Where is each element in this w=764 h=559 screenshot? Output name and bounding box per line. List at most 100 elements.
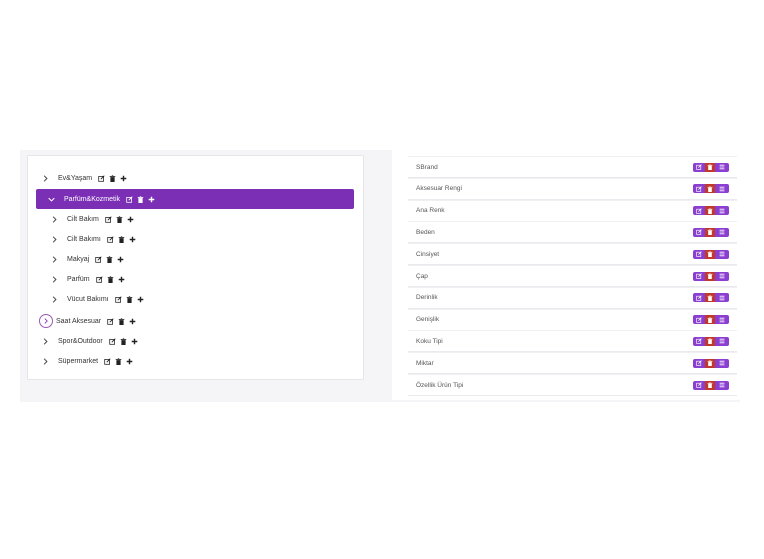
edit-icon[interactable] [126, 195, 133, 203]
delete-button[interactable] [705, 271, 715, 281]
tree-item-label: Ev&Yaşam [58, 174, 93, 182]
list-button[interactable] [715, 271, 729, 281]
plus-icon[interactable] [137, 296, 144, 303]
edit-button[interactable] [693, 315, 705, 325]
edit-button[interactable] [693, 184, 705, 194]
list-button[interactable] [715, 293, 729, 303]
delete-button[interactable] [705, 184, 715, 194]
tree-item-label: Makyaj [67, 255, 90, 263]
edit-icon[interactable] [107, 235, 114, 243]
expand-chevron-icon[interactable] [49, 254, 59, 264]
edit-icon[interactable] [95, 255, 102, 263]
plus-icon[interactable] [126, 358, 133, 365]
expand-chevron-icon[interactable] [49, 214, 59, 224]
edit-button[interactable] [693, 380, 705, 390]
expand-chevron-icon[interactable] [49, 294, 59, 304]
edit-icon[interactable] [105, 215, 112, 223]
tree-item[interactable]: Saat Aksesuar [28, 311, 136, 331]
plus-icon[interactable] [131, 338, 138, 345]
tree-item-actions [109, 337, 138, 345]
collapse-chevron-icon[interactable] [46, 194, 56, 204]
trash-icon[interactable] [118, 235, 125, 243]
edit-button[interactable] [693, 162, 705, 172]
delete-button[interactable] [705, 380, 715, 390]
tree-item[interactable]: Makyaj [28, 249, 124, 269]
tree-item[interactable]: Cilt Bakım [28, 209, 134, 229]
tree-item[interactable]: Spor&Outdoor [28, 331, 138, 351]
attribute-actions [693, 358, 729, 368]
expand-chevron-icon[interactable] [40, 356, 50, 366]
list-button[interactable] [715, 227, 729, 237]
trash-icon[interactable] [126, 295, 133, 303]
plus-icon[interactable] [120, 175, 127, 182]
delete-button[interactable] [705, 162, 715, 172]
expand-chevron-icon[interactable] [39, 314, 53, 328]
trash-icon[interactable] [109, 174, 116, 182]
tree-item[interactable]: Süpermarket [28, 351, 133, 371]
delete-button[interactable] [705, 249, 715, 259]
list-button[interactable] [715, 206, 729, 216]
plus-icon[interactable] [117, 256, 124, 263]
attribute-actions [693, 380, 729, 390]
edit-icon[interactable] [107, 317, 114, 325]
attribute-actions [693, 227, 729, 237]
list-button[interactable] [715, 336, 729, 346]
list-button[interactable] [715, 162, 729, 172]
list-button[interactable] [715, 184, 729, 194]
edit-button[interactable] [693, 293, 705, 303]
expand-chevron-icon[interactable] [40, 336, 50, 346]
list-button[interactable] [715, 380, 729, 390]
edit-button[interactable] [693, 336, 705, 346]
edit-button[interactable] [693, 227, 705, 237]
edit-icon[interactable] [109, 337, 116, 345]
edit-button[interactable] [693, 249, 705, 259]
expand-chevron-icon[interactable] [49, 274, 59, 284]
plus-icon[interactable] [129, 236, 136, 243]
list-button[interactable] [715, 315, 729, 325]
tree-item-label: Spor&Outdoor [58, 337, 103, 345]
tree-item-actions [105, 215, 134, 223]
edit-button[interactable] [693, 358, 705, 368]
trash-icon[interactable] [106, 255, 113, 263]
edit-button[interactable] [693, 271, 705, 281]
expand-chevron-icon[interactable] [40, 173, 50, 183]
tree-item[interactable]: Ev&Yaşam [28, 168, 127, 188]
delete-button[interactable] [705, 358, 715, 368]
tree-item[interactable]: Vücut Bakımı [28, 289, 144, 309]
attribute-actions [693, 271, 729, 281]
trash-icon[interactable] [118, 317, 125, 325]
plus-icon[interactable] [127, 216, 134, 223]
edit-button[interactable] [693, 206, 705, 216]
attribute-row: Özellik Ürün Tipi [408, 374, 737, 396]
expand-chevron-icon[interactable] [49, 234, 59, 244]
trash-icon[interactable] [115, 357, 122, 365]
tree-item[interactable]: Parfüm [28, 269, 125, 289]
plus-icon[interactable] [148, 196, 155, 203]
trash-icon[interactable] [107, 275, 114, 283]
delete-button[interactable] [705, 336, 715, 346]
attribute-row: Ana Renk [408, 199, 737, 222]
list-button[interactable] [715, 358, 729, 368]
trash-icon[interactable] [120, 337, 127, 345]
delete-button[interactable] [705, 206, 715, 216]
plus-icon[interactable] [129, 318, 136, 325]
plus-icon[interactable] [118, 276, 125, 283]
delete-button[interactable] [705, 227, 715, 237]
edit-icon[interactable] [98, 174, 105, 182]
tree-item[interactable]: Cilt Bakımı [28, 229, 136, 249]
attribute-row: SBrand [408, 156, 737, 178]
edit-icon[interactable] [114, 295, 122, 303]
tree-item[interactable]: Parfüm&Kozmetik [36, 189, 354, 209]
attribute-name: SBrand [416, 163, 438, 171]
edit-icon[interactable] [95, 275, 103, 283]
attribute-row: Genişlik [408, 308, 737, 331]
trash-icon[interactable] [116, 215, 123, 223]
attribute-name: Derinlik [416, 294, 438, 302]
tree-item-actions [107, 235, 136, 243]
tree-item-label: Parfüm [67, 275, 90, 283]
delete-button[interactable] [705, 293, 715, 303]
trash-icon[interactable] [137, 195, 144, 203]
delete-button[interactable] [705, 315, 715, 325]
list-button[interactable] [715, 249, 729, 259]
edit-icon[interactable] [104, 357, 111, 365]
